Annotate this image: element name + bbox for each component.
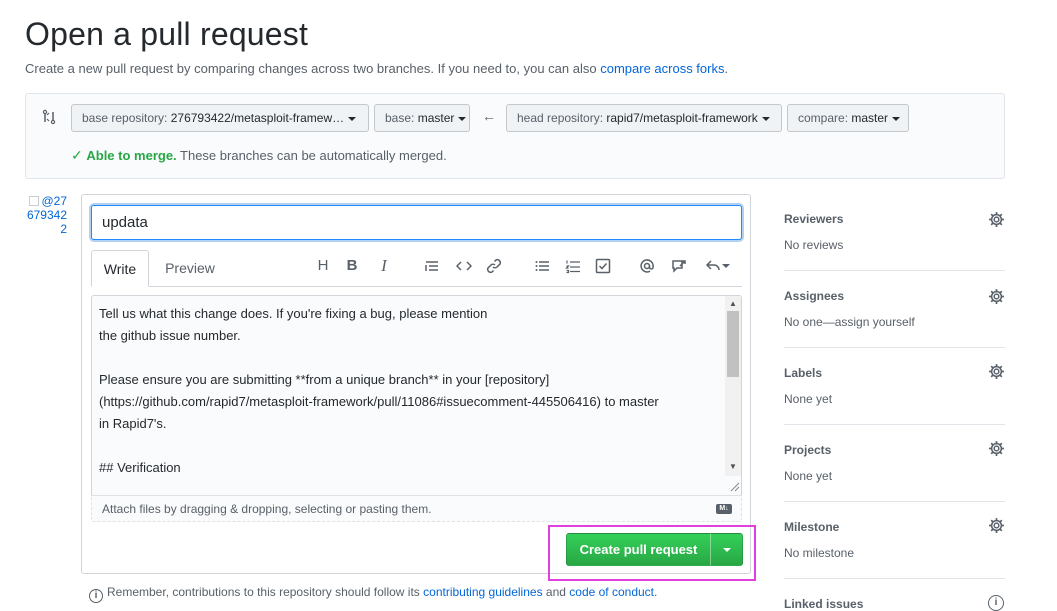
base-repository-label: base repository:: [82, 111, 171, 125]
sidebar-projects-value: None yet: [784, 469, 833, 483]
pr-title-input[interactable]: [91, 205, 742, 240]
contribution-guidelines-note: i Remember, contributions to this reposit…: [89, 585, 657, 603]
chevron-down-icon: [722, 547, 731, 552]
broken-image-icon: [29, 196, 40, 206]
gear-icon[interactable]: [988, 211, 1005, 228]
sidebar-divider: [784, 424, 1005, 425]
sidebar-divider: [784, 270, 1005, 271]
scroll-down-icon[interactable]: ▼: [725, 460, 741, 474]
sidebar-reviewers-value: No reviews: [784, 238, 844, 252]
subtitle-suffix: .: [724, 61, 729, 76]
quote-icon[interactable]: [422, 256, 442, 276]
guidelines-middle: and: [542, 585, 570, 599]
header-icon[interactable]: H: [313, 256, 333, 276]
tab-preview[interactable]: Preview: [155, 250, 225, 287]
create-pull-request-button[interactable]: Create pull request: [566, 533, 711, 566]
reference-icon[interactable]: [669, 256, 689, 276]
sidebar-reviewers-title[interactable]: Reviewers: [784, 212, 843, 226]
numbered-list-icon[interactable]: [563, 256, 583, 276]
merge-ok-label: Able to merge.: [86, 148, 177, 163]
compare-icon: [42, 109, 56, 125]
scrollbar-thumb[interactable]: [727, 311, 739, 377]
compare-branch-label: compare:: [798, 111, 852, 125]
sidebar-divider: [784, 578, 1005, 579]
merge-status: ✓ Able to merge. These branches can be a…: [71, 147, 447, 164]
base-branch-select[interactable]: base: master: [374, 104, 470, 132]
mention-icon[interactable]: [637, 256, 657, 276]
sidebar-labels-value: None yet: [784, 392, 833, 406]
page-title: Open a pull request: [25, 16, 309, 52]
gear-icon[interactable]: [988, 517, 1005, 534]
tab-write[interactable]: Write: [91, 250, 149, 287]
gear-icon[interactable]: [988, 440, 1005, 457]
compare-branch-select[interactable]: compare: master: [787, 104, 909, 132]
head-repository-value: rapid7/metasploit-framework: [606, 111, 758, 125]
bullet-list-icon[interactable]: [532, 256, 552, 276]
bold-icon[interactable]: B: [342, 256, 362, 276]
gear-icon[interactable]: [988, 363, 1005, 380]
reply-icon[interactable]: [702, 256, 732, 276]
sidebar-projects-title[interactable]: Projects: [784, 443, 831, 457]
base-branch-value: master: [417, 111, 455, 125]
task-list-icon[interactable]: [593, 256, 613, 276]
chevron-down-icon: [892, 116, 901, 121]
subtitle-text: Create a new pull request by comparing c…: [25, 61, 601, 76]
avatar[interactable]: @276793422: [25, 194, 67, 236]
markdown-icon[interactable]: M↓: [716, 504, 732, 514]
sidebar-labels-title[interactable]: Labels: [784, 366, 822, 380]
page-subtitle: Create a new pull request by comparing c…: [25, 61, 728, 76]
base-repository-value: 276793422/metasploit-framew…: [170, 111, 345, 125]
create-options-dropdown[interactable]: [710, 533, 743, 566]
head-repository-label: head repository:: [517, 111, 607, 125]
guidelines-prefix: Remember, contributions to this reposito…: [107, 585, 424, 599]
contributing-guidelines-link[interactable]: contributing guidelines: [423, 585, 542, 599]
compare-across-forks-link[interactable]: compare across forks: [600, 61, 724, 76]
gear-icon[interactable]: [988, 288, 1005, 305]
guidelines-suffix: .: [654, 585, 658, 599]
base-branch-label: base:: [385, 111, 418, 125]
sidebar-assignees-title[interactable]: Assignees: [784, 289, 844, 303]
info-icon: i: [89, 589, 103, 603]
chevron-down-icon: [721, 264, 730, 268]
chevron-down-icon: [761, 116, 770, 121]
sidebar-milestone-title[interactable]: Milestone: [784, 520, 839, 534]
sidebar-divider: [784, 347, 1005, 348]
head-repository-select[interactable]: head repository: rapid7/metasploit-frame…: [506, 104, 782, 132]
base-repository-select[interactable]: base repository: 276793422/metasploit-fr…: [71, 104, 369, 132]
link-icon[interactable]: [484, 256, 504, 276]
attach-files-bar[interactable]: Attach files by dragging & dropping, sel…: [91, 495, 742, 522]
pr-body-text[interactable]: Tell us what this change does. If you're…: [99, 303, 719, 479]
sidebar-divider: [784, 501, 1005, 502]
italic-icon[interactable]: I: [374, 256, 394, 276]
code-of-conduct-link[interactable]: code of conduct: [569, 585, 654, 599]
scroll-up-icon[interactable]: ▲: [725, 297, 741, 311]
merge-status-text: These branches can be automatically merg…: [176, 148, 447, 163]
check-icon: ✓: [71, 147, 83, 163]
resize-handle-icon[interactable]: [727, 479, 740, 492]
sidebar-assignees-value[interactable]: No one—assign yourself: [784, 315, 915, 329]
chevron-down-icon: [348, 116, 357, 121]
chevron-down-icon: [458, 116, 467, 121]
compare-branch-value: master: [851, 111, 889, 125]
arrow-left-icon: ←: [482, 108, 496, 124]
code-icon[interactable]: [454, 256, 474, 276]
sidebar-milestone-value: No milestone: [784, 546, 855, 560]
